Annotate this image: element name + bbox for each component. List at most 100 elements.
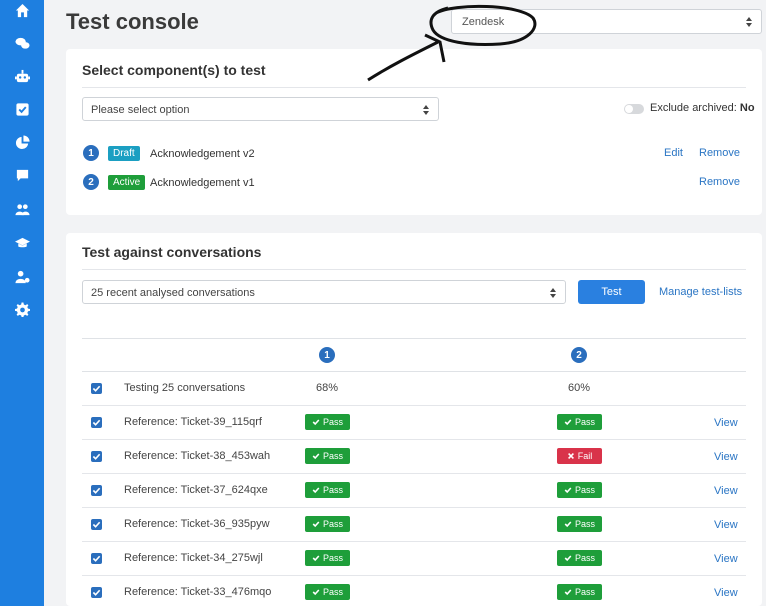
table-row: Reference: Ticket-33_476mqo Pass Pass View xyxy=(82,576,746,606)
table-row: Reference: Ticket-34_275wjl Pass Pass View xyxy=(82,542,746,576)
component-number-1: 1 xyxy=(83,145,99,161)
divider xyxy=(82,269,746,270)
result-text: Pass xyxy=(574,519,595,529)
results-table-header: 1 2 xyxy=(82,338,746,372)
row-checkbox[interactable] xyxy=(91,519,102,530)
result-badge-1: Pass xyxy=(305,414,350,430)
result-text: Pass xyxy=(574,417,595,427)
conversations-select-value: 25 recent analysed conversations xyxy=(91,287,255,299)
check-icon xyxy=(312,588,320,596)
exclude-archived-value: No xyxy=(739,102,755,114)
view-link[interactable]: View xyxy=(714,553,738,565)
row-checkbox[interactable] xyxy=(91,417,102,428)
ticket-reference: Reference: Ticket-38_453wah xyxy=(124,450,271,462)
result-text: Fail xyxy=(577,451,593,461)
view-link[interactable]: View xyxy=(714,587,738,599)
remove-link-1[interactable]: Remove xyxy=(699,147,740,159)
summary-score-2: 60% xyxy=(567,382,591,394)
result-badge-2: Pass xyxy=(557,482,602,498)
comment-icon[interactable] xyxy=(0,165,44,185)
select-caret-icon xyxy=(550,288,556,298)
result-badge-1: Pass xyxy=(305,584,350,600)
table-row: Reference: Ticket-36_935pyw Pass Pass View xyxy=(82,508,746,542)
component-select[interactable]: Please select option xyxy=(82,97,439,121)
conversations-title: Test against conversations xyxy=(82,244,262,260)
ticket-reference: Reference: Ticket-37_624qxe xyxy=(124,484,268,496)
result-text: Pass xyxy=(322,485,343,495)
exclude-archived-text: Exclude archived: xyxy=(650,102,737,114)
page-title: Test console xyxy=(66,9,199,34)
check-icon xyxy=(312,520,320,528)
exclude-archived-toggle[interactable] xyxy=(624,104,644,114)
result-text: Pass xyxy=(574,485,595,495)
check-icon xyxy=(312,452,320,460)
check-icon xyxy=(564,588,572,596)
result-badge-2: Pass xyxy=(557,584,602,600)
result-text: Pass xyxy=(574,553,595,563)
column-number-1: 1 xyxy=(319,347,335,363)
check-icon xyxy=(564,520,572,528)
check-icon xyxy=(312,418,320,426)
manage-test-lists-link[interactable]: Manage test-lists xyxy=(659,286,742,298)
status-badge-draft: Draft xyxy=(108,146,140,161)
result-badge-1: Pass xyxy=(305,516,350,532)
users-icon[interactable] xyxy=(0,199,44,219)
view-link[interactable]: View xyxy=(714,519,738,531)
result-text: Pass xyxy=(322,553,343,563)
view-link[interactable]: View xyxy=(714,485,738,497)
integration-select-value: Zendesk xyxy=(462,16,505,28)
select-caret-icon xyxy=(746,17,752,27)
integration-select[interactable]: Zendesk xyxy=(451,9,762,34)
result-text: Pass xyxy=(322,587,343,597)
check-icon xyxy=(564,418,572,426)
check-icon xyxy=(564,554,572,562)
component-name-1: Acknowledgement v2 xyxy=(150,148,255,160)
result-badge-2: Pass xyxy=(557,550,602,566)
ticket-reference: Reference: Ticket-34_275wjl xyxy=(124,552,263,564)
component-select-placeholder: Please select option xyxy=(91,104,190,116)
summary-row: Testing 25 conversations 68% 60% xyxy=(82,372,746,406)
gear-icon[interactable] xyxy=(0,299,44,319)
summary-label: Testing 25 conversations xyxy=(124,382,246,394)
result-badge-2: Fail xyxy=(557,448,602,464)
check-icon xyxy=(564,486,572,494)
view-link[interactable]: View xyxy=(714,417,738,429)
ticket-reference: Reference: Ticket-39_115qrf xyxy=(124,416,262,428)
checkbox-icon[interactable] xyxy=(0,99,44,119)
ticket-reference: Reference: Ticket-33_476mqo xyxy=(124,586,272,598)
result-text: Pass xyxy=(322,451,343,461)
component-name-2: Acknowledgement v1 xyxy=(150,177,255,189)
result-badge-1: Pass xyxy=(305,550,350,566)
result-text: Pass xyxy=(322,417,343,427)
summary-score-1: 68% xyxy=(315,382,339,394)
table-row: Reference: Ticket-38_453wah Pass Fail View xyxy=(82,440,746,474)
result-badge-2: Pass xyxy=(557,414,602,430)
result-text: Pass xyxy=(574,587,595,597)
table-row: Reference: Ticket-39_115qrf Pass Pass View xyxy=(82,406,746,440)
test-button[interactable]: Test xyxy=(578,280,645,304)
result-badge-2: Pass xyxy=(557,516,602,532)
row-checkbox[interactable] xyxy=(91,553,102,564)
edit-link[interactable]: Edit xyxy=(664,147,683,159)
result-badge-1: Pass xyxy=(305,482,350,498)
pie-chart-icon[interactable] xyxy=(0,132,44,152)
home-icon[interactable] xyxy=(0,0,44,20)
status-badge-active: Active xyxy=(108,175,146,190)
chat-bubbles-icon[interactable] xyxy=(0,33,44,53)
result-text: Pass xyxy=(322,519,343,529)
select-all-checkbox[interactable] xyxy=(91,383,102,394)
view-link[interactable]: View xyxy=(714,451,738,463)
result-badge-1: Pass xyxy=(305,448,350,464)
conversations-card: Test against conversations 25 recent ana… xyxy=(66,233,762,606)
component-number-2: 2 xyxy=(83,174,99,190)
remove-link-2[interactable]: Remove xyxy=(699,176,740,188)
row-checkbox[interactable] xyxy=(91,587,102,598)
conversations-select[interactable]: 25 recent analysed conversations xyxy=(82,280,566,304)
check-icon xyxy=(312,554,320,562)
robot-icon[interactable] xyxy=(0,66,44,86)
row-checkbox[interactable] xyxy=(91,451,102,462)
check-icon xyxy=(312,486,320,494)
graduation-cap-icon[interactable] xyxy=(0,232,44,252)
row-checkbox[interactable] xyxy=(91,485,102,496)
user-settings-icon[interactable] xyxy=(0,266,44,286)
